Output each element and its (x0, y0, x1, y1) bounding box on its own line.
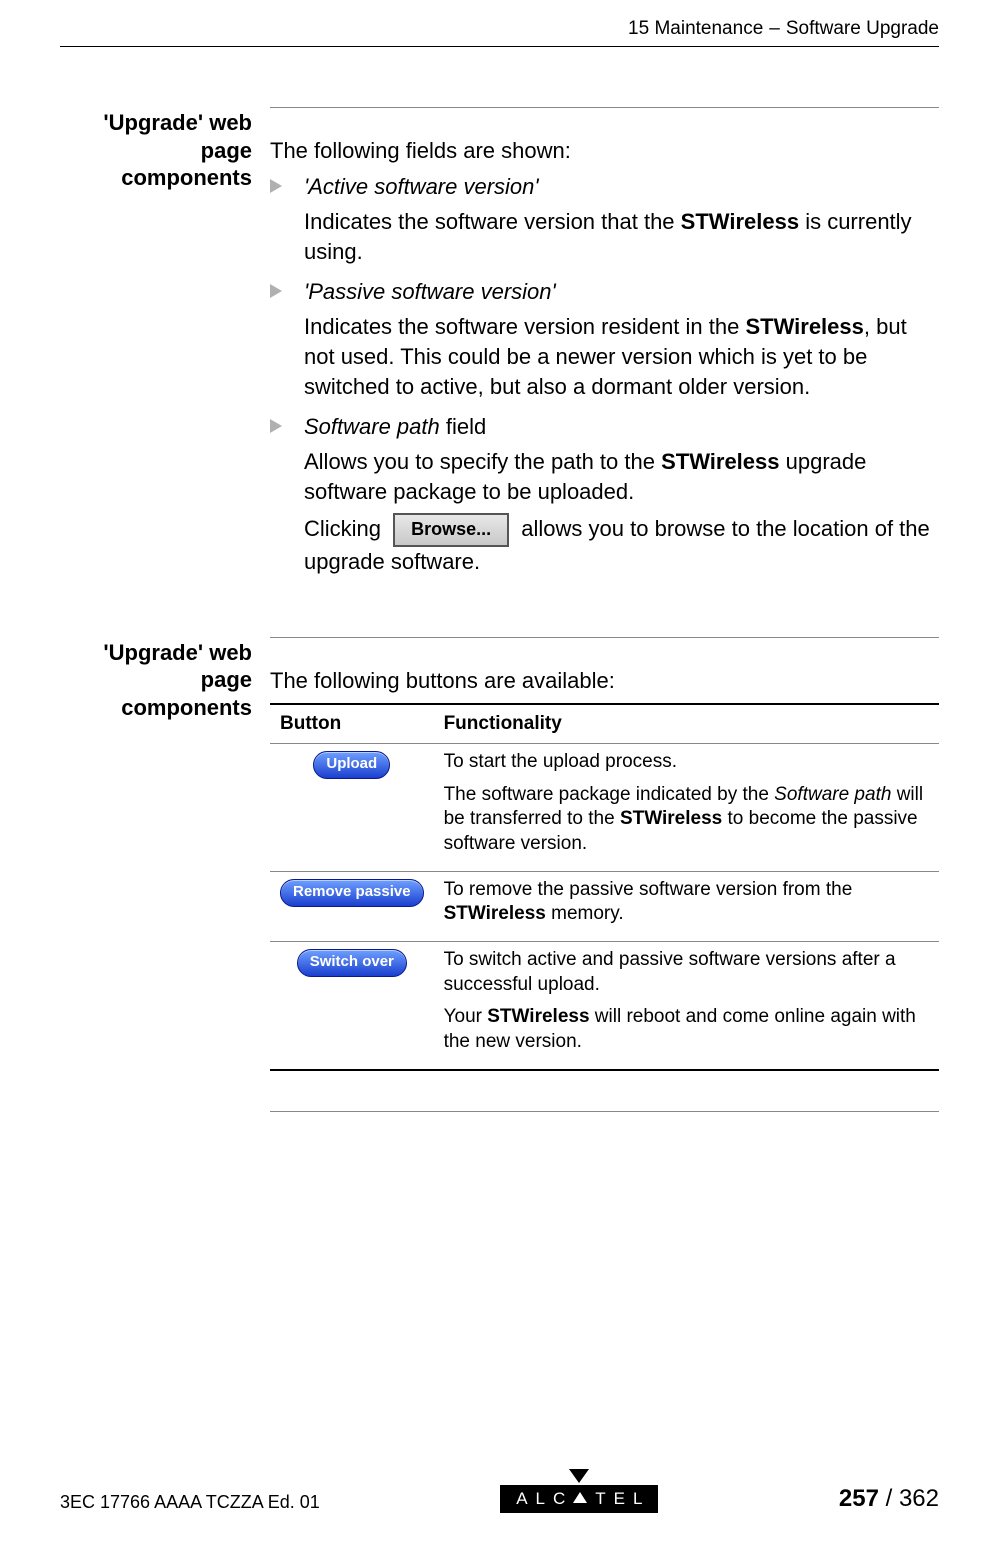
label-line1: 'Upgrade' web page (60, 639, 252, 694)
upload-button[interactable]: Upload (313, 751, 390, 779)
triangle-bullet-icon (270, 419, 282, 433)
field-browse-line: Clicking Browse... allows you to browse … (304, 513, 939, 577)
section-buttons-label: 'Upgrade' web page components (60, 637, 270, 1140)
fields-intro: The following fields are shown: (270, 136, 939, 166)
field-item-active: 'Active software version' Indicates the … (270, 172, 939, 267)
section-fields-rule (270, 107, 939, 108)
header-rule (60, 46, 939, 47)
header-sep: – (769, 18, 780, 40)
alcatel-logo: ALCTEL (500, 1469, 658, 1513)
func-text: To remove the passive software version f… (444, 878, 929, 927)
field-title: Software path field (304, 412, 939, 442)
section-buttons: 'Upgrade' web page components The follow… (60, 637, 939, 1140)
table-row: Upload To start the upload process. The … (270, 743, 939, 871)
func-text: The software package indicated by the So… (444, 783, 929, 857)
section-fields-label: 'Upgrade' web page components (60, 107, 270, 587)
field-item-software-path: Software path field Allows you to specif… (270, 412, 939, 577)
col-functionality: Functionality (434, 704, 939, 743)
browse-button[interactable]: Browse... (393, 513, 509, 547)
func-text: To switch active and passive software ve… (444, 948, 929, 997)
table-row: Switch over To switch active and passive… (270, 942, 939, 1070)
label-line2: components (60, 164, 252, 192)
buttons-intro: The following buttons are available: (270, 666, 939, 696)
field-desc: Indicates the software version resident … (304, 312, 939, 401)
section-buttons-rule (270, 637, 939, 638)
doc-id: 3EC 17766 AAAA TCZZA Ed. 01 (60, 1492, 320, 1513)
field-title: 'Active software version' (304, 172, 939, 202)
table-row: Remove passive To remove the passive sof… (270, 871, 939, 941)
field-desc: Allows you to specify the path to the ST… (304, 447, 939, 506)
field-desc: Indicates the software version that the … (304, 207, 939, 266)
switch-over-button[interactable]: Switch over (297, 949, 407, 977)
page-header: 15 Maintenance – Software Upgrade (60, 0, 939, 40)
field-item-passive: 'Passive software version' Indicates the… (270, 277, 939, 402)
field-title: 'Passive software version' (304, 277, 939, 307)
label-line2: components (60, 694, 252, 722)
triangle-bullet-icon (270, 179, 282, 193)
header-section: Software Upgrade (786, 18, 939, 40)
remove-passive-button[interactable]: Remove passive (280, 879, 424, 907)
col-button: Button (270, 704, 434, 743)
logo-triangle-down-icon (569, 1469, 589, 1483)
page-number: 257 / 362 (839, 1485, 939, 1513)
page-footer: 3EC 17766 AAAA TCZZA Ed. 01 ALCTEL 257 /… (60, 1469, 939, 1513)
buttons-table: Button Functionality Upload To start the… (270, 703, 939, 1071)
triangle-bullet-icon (270, 284, 282, 298)
section-end-rule (270, 1111, 939, 1112)
func-text: To start the upload process. (444, 750, 929, 775)
section-fields: 'Upgrade' web page components The follow… (60, 107, 939, 587)
logo-triangle-up-icon (573, 1492, 587, 1503)
label-line1: 'Upgrade' web page (60, 109, 252, 164)
func-text: Your STWireless will reboot and come onl… (444, 1005, 929, 1054)
header-chapter: 15 Maintenance (628, 18, 763, 40)
